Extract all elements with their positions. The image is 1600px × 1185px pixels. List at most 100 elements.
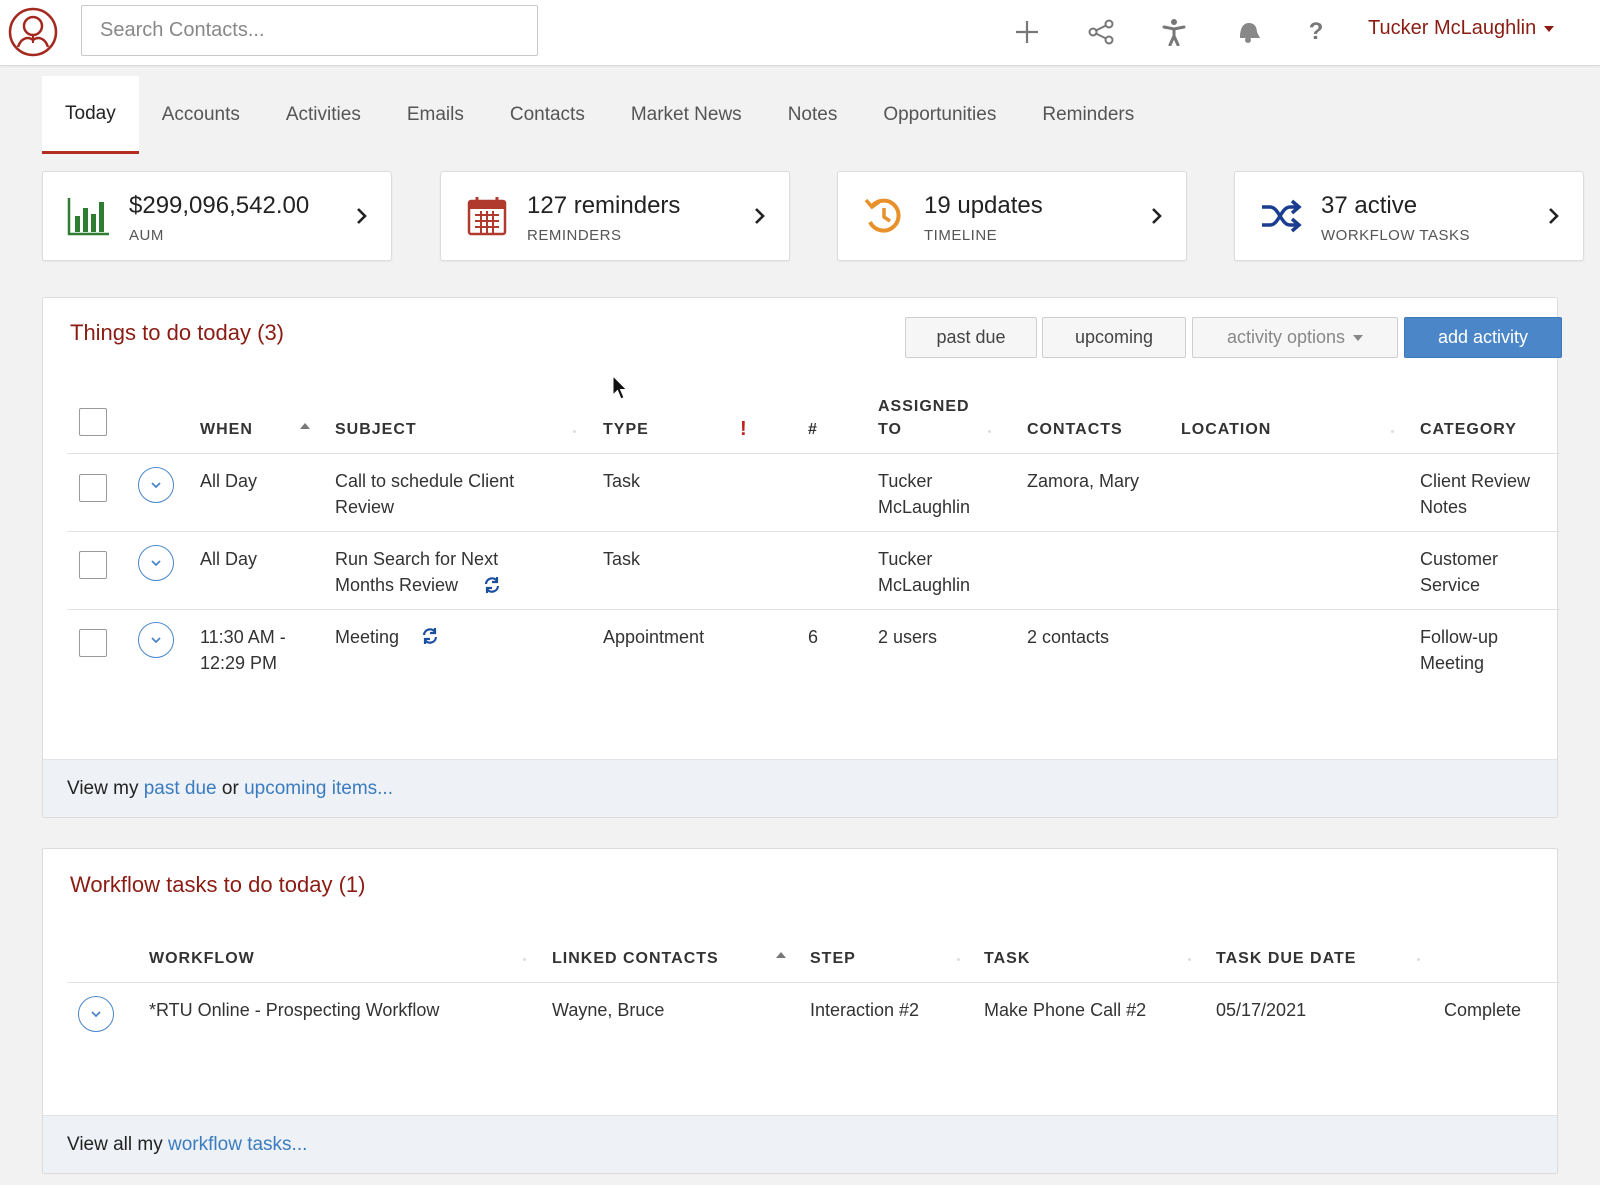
chevron-right-icon (357, 208, 367, 224)
add-icon[interactable] (1009, 14, 1045, 50)
task-due-date: 05/17/2021 (1216, 1000, 1307, 1020)
workflow-tasks-card[interactable]: 37 active WORKFLOW TASKS (1234, 171, 1584, 261)
reminders-card[interactable]: 127 reminders REMINDERS (440, 171, 790, 261)
column-resize-handle[interactable] (523, 958, 526, 961)
workflow-name-link[interactable]: *RTU Online - Prospecting Workflow (149, 997, 439, 1023)
tab-opportunities[interactable]: Opportunities (860, 76, 1019, 154)
sort-ascending-icon (776, 952, 786, 958)
accessibility-icon[interactable] (1156, 14, 1192, 50)
column-resize-handle[interactable] (573, 430, 576, 433)
select-all-checkbox[interactable] (79, 408, 107, 436)
row-contacts-link[interactable]: 2 contacts (1027, 624, 1109, 650)
add-activity-button[interactable]: add activity (1404, 317, 1562, 358)
column-header-category[interactable]: CATEGORY (1420, 421, 1517, 439)
tab-emails[interactable]: Emails (384, 76, 487, 154)
column-resize-handle[interactable] (1188, 958, 1191, 961)
workflow-task-link[interactable]: Make Phone Call #2 (984, 997, 1146, 1023)
tab-reminders[interactable]: Reminders (1019, 76, 1157, 154)
things-to-do-title: Things to do today (3) (70, 320, 285, 345)
row-category: Customer (1420, 549, 1499, 569)
tab-activities[interactable]: Activities (263, 76, 384, 154)
row-subject-link[interactable]: Call to schedule Client (335, 468, 514, 494)
row-divider (67, 531, 1560, 532)
upcoming-items-link[interactable]: upcoming items... (244, 778, 393, 799)
search-contacts-input[interactable] (81, 5, 538, 56)
reminders-label: REMINDERS (527, 227, 622, 244)
activity-options-dropdown[interactable]: activity options (1192, 317, 1398, 358)
column-header-linked-contacts[interactable]: LINKED CONTACTS (552, 950, 719, 968)
tab-today[interactable]: Today (42, 76, 139, 154)
header-divider (67, 453, 1560, 454)
mouse-cursor-icon (612, 375, 628, 400)
column-header-assigned-to[interactable]: ASSIGNED (878, 398, 970, 416)
user-name: Tucker McLaughlin (1368, 17, 1537, 39)
past-due-button[interactable]: past due (905, 317, 1037, 358)
row-subject-link-line2[interactable]: Review (335, 494, 394, 520)
linked-contact-link[interactable]: Wayne, Bruce (552, 997, 664, 1023)
workflow-tasks-value: 37 active (1321, 192, 1418, 219)
main-tabs: Today Accounts Activities Emails Contact… (42, 76, 1157, 154)
timeline-card[interactable]: 19 updates TIMELINE (837, 171, 1187, 261)
row-assigned-users-link[interactable]: 2 users (878, 624, 937, 650)
column-header-subject[interactable]: SUBJECT (335, 421, 417, 439)
notifications-icon[interactable] (1230, 14, 1266, 50)
column-header-contacts[interactable]: CONTACTS (1027, 421, 1123, 439)
row-subject-link[interactable]: Run Search for Next (335, 546, 498, 572)
row-type: Task (603, 471, 641, 491)
aum-label: AUM (129, 227, 164, 244)
tab-market-news[interactable]: Market News (608, 76, 765, 154)
column-header-task[interactable]: TASK (984, 950, 1030, 968)
user-menu[interactable]: Tucker McLaughlin (1368, 17, 1555, 40)
column-resize-handle[interactable] (1417, 958, 1420, 961)
column-header-type[interactable]: TYPE (603, 421, 649, 439)
row-when-line2: 12:29 PM (200, 653, 278, 673)
column-header-when[interactable]: WHEN (200, 421, 253, 439)
tab-accounts[interactable]: Accounts (139, 76, 263, 154)
row-checkbox[interactable] (79, 551, 107, 579)
row-subject-link[interactable]: Meeting (335, 624, 399, 650)
calendar-icon (465, 194, 509, 238)
chevron-down-icon (151, 637, 161, 644)
aum-value: $299,096,542.00 (129, 192, 310, 219)
tab-contacts[interactable]: Contacts (487, 76, 608, 154)
activity-options-label: activity options (1226, 327, 1346, 347)
row-checkbox[interactable] (79, 629, 107, 657)
tab-notes[interactable]: Notes (765, 76, 861, 154)
expand-row-button[interactable] (138, 622, 174, 658)
chevron-down-icon (1353, 334, 1364, 341)
expand-row-button[interactable] (138, 467, 174, 503)
todo-footer: View my past due or upcoming items... (43, 759, 1557, 817)
reminders-value: 127 reminders (527, 192, 681, 219)
row-checkbox[interactable] (79, 474, 107, 502)
complete-task-link[interactable]: Complete (1444, 997, 1521, 1023)
row-assigned-to-line2: McLaughlin (878, 575, 971, 595)
row-when: All Day (200, 471, 258, 491)
column-resize-handle[interactable] (957, 958, 960, 961)
chevron-down-icon (151, 482, 161, 489)
expand-row-button[interactable] (78, 996, 114, 1032)
column-header-task-due-date[interactable]: TASK DUE DATE (1216, 950, 1356, 968)
help-icon[interactable]: ? (1298, 14, 1334, 50)
workflow-tasks-link[interactable]: workflow tasks... (168, 1134, 307, 1155)
expand-row-button[interactable] (138, 545, 174, 581)
column-resize-handle[interactable] (1391, 430, 1394, 433)
column-header-location[interactable]: LOCATION (1181, 421, 1271, 439)
app-logo-icon[interactable] (8, 7, 58, 57)
workflow-footer: View all my workflow tasks... (43, 1115, 1557, 1173)
column-header-priority[interactable]: ! (740, 418, 748, 441)
aum-card[interactable]: $299,096,542.00 AUM (42, 171, 392, 261)
chevron-right-icon (755, 208, 765, 224)
timeline-label: TIMELINE (924, 227, 998, 244)
timeline-value: 19 updates (924, 192, 1043, 219)
column-header-step[interactable]: STEP (810, 950, 856, 968)
row-contact-link[interactable]: Zamora, Mary (1027, 468, 1139, 494)
upcoming-button[interactable]: upcoming (1042, 317, 1186, 358)
column-header-count[interactable]: # (808, 421, 818, 439)
footer-text: View my (67, 778, 144, 799)
past-due-link[interactable]: past due (144, 778, 217, 799)
workflow-tasks-label: WORKFLOW TASKS (1321, 227, 1470, 244)
share-icon[interactable] (1083, 14, 1119, 50)
column-header-workflow[interactable]: WORKFLOW (149, 950, 255, 968)
column-resize-handle[interactable] (988, 430, 991, 433)
row-subject-link-line2[interactable]: Months Review (335, 572, 458, 598)
